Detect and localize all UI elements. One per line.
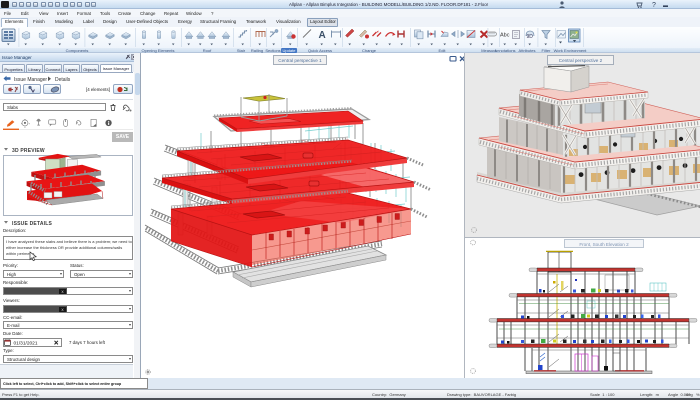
svg-text:Details: Details: [55, 77, 71, 83]
svg-text:A: A: [319, 30, 326, 41]
svg-text:ISSUE DETAILS: ISSUE DETAILS: [12, 221, 52, 226]
svg-text:01/31/2021: 01/31/2021: [14, 341, 38, 346]
svg-text:Issue Manager: Issue Manager: [14, 77, 47, 83]
svg-text:?: ?: [652, 2, 656, 9]
svg-text:Abc: Abc: [500, 33, 510, 39]
svg-text:9D: 9D: [527, 34, 534, 40]
